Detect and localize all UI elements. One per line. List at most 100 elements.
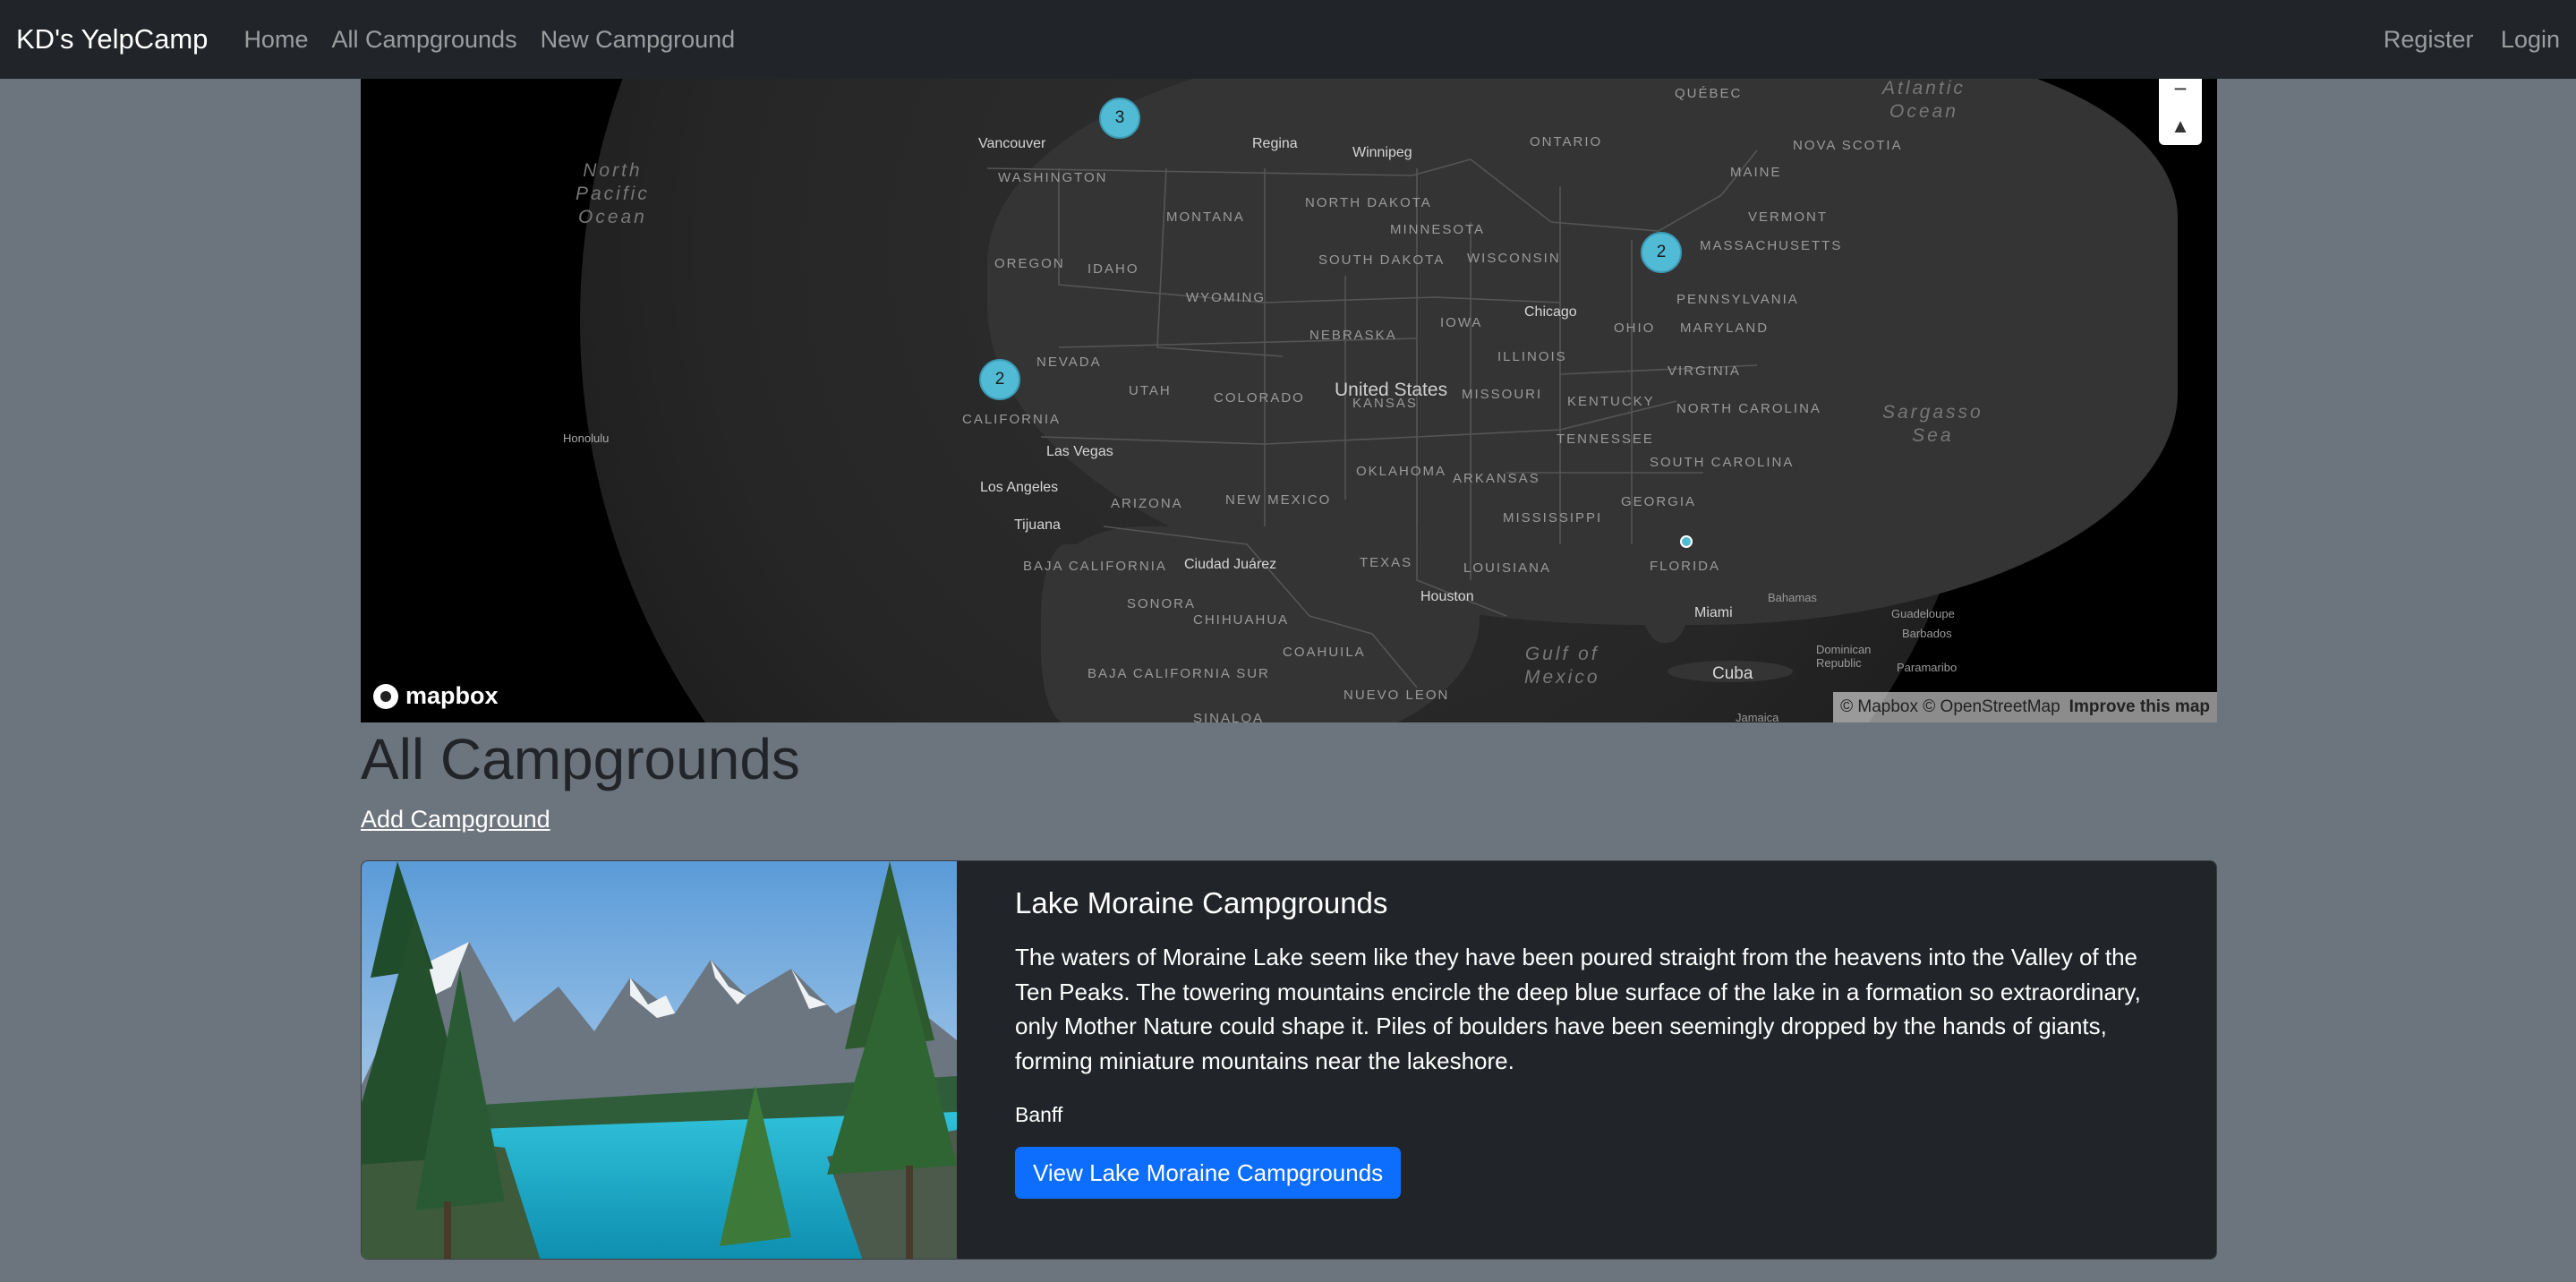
cluster-marker[interactable]: 2: [979, 359, 1020, 400]
state-label: MAINE: [1730, 165, 1782, 180]
state-label: MISSOURI: [1462, 387, 1543, 402]
city-label: Cuba: [1712, 664, 1753, 683]
campground-location: Banff: [1015, 1103, 1063, 1126]
state-label: OREGON: [994, 256, 1065, 271]
ocean-label-line: Sargasso: [1882, 402, 1983, 423]
state-label: NEW MEXICO: [1225, 492, 1332, 508]
state-label: NUEVO LEON: [1343, 688, 1450, 703]
city-label: Paramaribo: [1897, 661, 1958, 674]
city-label: Los Angeles: [980, 480, 1059, 495]
campground-image: [362, 861, 957, 1259]
city-label: Guadeloupe: [1891, 607, 1955, 620]
nav-all-campgrounds[interactable]: All Campgrounds: [331, 26, 516, 54]
city-label: Ciudad Juárez: [1184, 557, 1277, 572]
ocean-label-line: North: [583, 160, 643, 181]
view-campground-button[interactable]: View Lake Moraine Campgrounds: [1015, 1147, 1402, 1199]
state-label: IDAHO: [1088, 261, 1139, 277]
nav-home[interactable]: Home: [243, 26, 308, 54]
state-label: QUÉBEC: [1675, 86, 1743, 101]
state-label: WYOMING: [1186, 290, 1266, 305]
state-label: OKLAHOMA: [1356, 464, 1447, 479]
state-label: NORTH CAROLINA: [1676, 401, 1821, 416]
add-campground-link[interactable]: Add Campground: [361, 806, 550, 833]
campground-card: Lake Moraine Campgrounds The waters of M…: [361, 860, 2217, 1260]
state-label: CALIFORNIA: [962, 412, 1062, 427]
campground-point[interactable]: [1680, 535, 1693, 548]
compass-button[interactable]: ▲: [2159, 107, 2202, 145]
improve-map-link[interactable]: Improve this map: [2069, 697, 2210, 717]
state-label: IOWA: [1440, 315, 1483, 330]
state-label: LOUISIANA: [1463, 560, 1552, 576]
state-label: MONTANA: [1166, 209, 1245, 225]
ocean-gulf-mexico: Gulf of Mexico: [1524, 643, 1600, 689]
state-label: CHIHUAHUA: [1193, 612, 1290, 628]
state-label: NORTH DAKOTA: [1305, 195, 1432, 210]
city-label: Chicago: [1524, 304, 1577, 320]
ocean-sargasso: Sargasso Sea: [1882, 401, 1983, 448]
city-label: Houston: [1420, 589, 1474, 604]
city-label: Jamaica: [1736, 711, 1779, 722]
state-label: ONTARIO: [1530, 134, 1603, 150]
state-label: FLORIDA: [1650, 559, 1721, 574]
ocean-label-line: Pacific: [576, 184, 650, 204]
state-label: MASSACHUSETTS: [1700, 238, 1843, 253]
cluster-map[interactable]: North Pacific Ocean Atlantic Ocean Sarga…: [361, 79, 2217, 722]
state-label: ILLINOIS: [1497, 349, 1567, 364]
nav-new-campground[interactable]: New Campground: [541, 26, 736, 54]
state-label: SOUTH CAROLINA: [1650, 455, 1795, 470]
state-label: SOUTH DAKOTA: [1318, 252, 1446, 268]
state-label: NEBRASKA: [1309, 328, 1397, 343]
state-label: GEORGIA: [1621, 494, 1697, 509]
state-label: TENNESSEE: [1557, 432, 1654, 447]
attribution-text[interactable]: © Mapbox © OpenStreetMap: [1840, 697, 2060, 717]
ocean-label-line: Atlantic: [1882, 79, 1966, 98]
ocean-label-line: Mexico: [1524, 667, 1600, 688]
cluster-marker[interactable]: 3: [1099, 98, 1140, 139]
state-label: SONORA: [1127, 596, 1197, 611]
mapbox-logo-icon: [373, 683, 398, 709]
nav-register[interactable]: Register: [2384, 26, 2474, 53]
mapbox-logo-text: mapbox: [405, 682, 499, 709]
state-label: NOVA SCOTIA: [1793, 138, 1903, 153]
state-label: BAJA CALIFORNIA: [1023, 559, 1167, 574]
state-label: NEVADA: [1036, 355, 1102, 370]
state-label: COAHUILA: [1283, 645, 1366, 660]
state-label: UTAH: [1129, 383, 1172, 398]
navbar: KD's YelpCamp Home All Campgrounds New C…: [0, 0, 2576, 79]
campground-description: The waters of Moraine Lake seem like the…: [1015, 944, 2141, 1074]
campground-title: Lake Moraine Campgrounds: [1015, 886, 1388, 919]
page-title: All Campgrounds: [361, 727, 800, 791]
city-label: Bahamas: [1768, 591, 1817, 604]
state-label: COLORADO: [1214, 390, 1305, 406]
city-label: Tijuana: [1014, 517, 1061, 533]
state-label: BAJA CALIFORNIA SUR: [1088, 666, 1270, 681]
zoom-out-button[interactable]: −: [2159, 79, 2202, 107]
state-label: MARYLAND: [1680, 320, 1770, 336]
state-label: MISSISSIPPI: [1503, 510, 1603, 526]
city-label: Dominican Republic: [1816, 643, 1872, 670]
state-label: VERMONT: [1748, 209, 1828, 225]
state-label: VIRGINIA: [1668, 363, 1741, 379]
state-label: WASHINGTON: [998, 170, 1108, 185]
mapbox-logo[interactable]: mapbox: [373, 682, 499, 710]
state-label: ARIZONA: [1111, 496, 1183, 511]
ocean-label-line: Ocean: [577, 207, 647, 227]
campground-photo: [362, 861, 957, 1259]
city-label: Winnipeg: [1352, 145, 1412, 160]
cluster-marker[interactable]: 2: [1641, 232, 1682, 273]
ocean-label-line: Ocean: [1889, 101, 1958, 122]
state-label: PENNSYLVANIA: [1676, 292, 1799, 307]
state-label: MINNESOTA: [1390, 222, 1486, 237]
state-label: TEXAS: [1360, 555, 1413, 570]
city-label: Miami: [1694, 605, 1733, 620]
brand-link[interactable]: KD's YelpCamp: [16, 23, 208, 56]
city-label: Regina: [1252, 136, 1298, 151]
state-label: ARKANSAS: [1453, 471, 1540, 486]
nav-login[interactable]: Login: [2501, 26, 2560, 53]
country-label: United States: [1335, 380, 1448, 400]
map-attribution: © Mapbox © OpenStreetMap Improve this ma…: [1833, 692, 2217, 722]
city-label: Honolulu: [563, 432, 610, 445]
ocean-north-pacific: North Pacific Ocean: [576, 159, 650, 229]
ocean-label-line: Gulf of: [1524, 644, 1599, 664]
city-label: Vancouver: [978, 136, 1046, 151]
